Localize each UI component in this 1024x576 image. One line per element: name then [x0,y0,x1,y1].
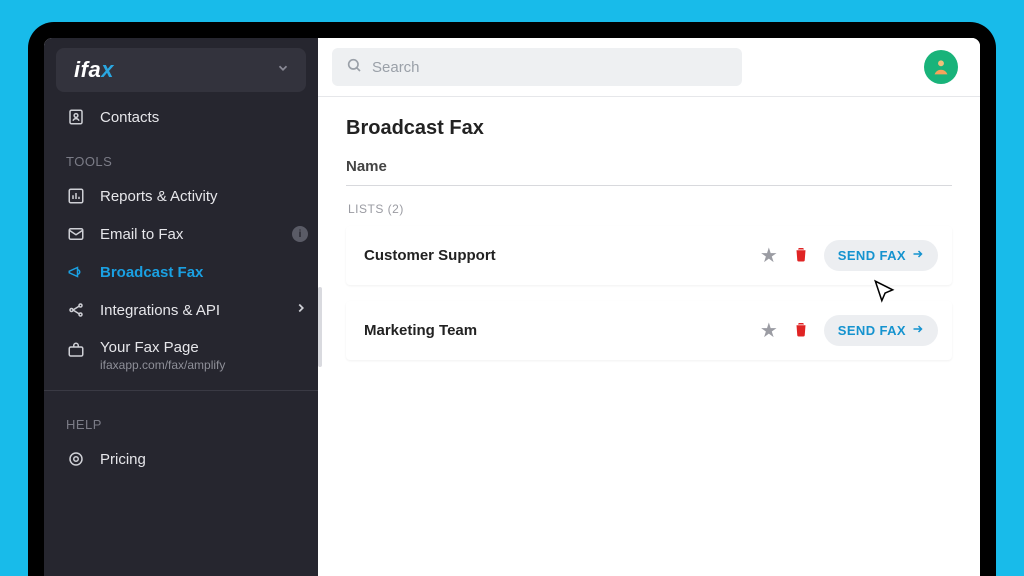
star-icon[interactable]: ★ [760,318,778,343]
device-frame: ifax Contacts TOOLS Reports & Activity [28,22,996,576]
scrollbar[interactable] [318,287,322,367]
trash-icon[interactable] [792,320,810,342]
content: Broadcast Fax Name LISTS (2) Customer Su… [318,97,980,396]
sidebar-item-label: Reports & Activity [100,188,308,205]
divider [44,390,318,391]
sidebar-item-label: Pricing [100,451,308,468]
sidebar-item-email-to-fax[interactable]: Email to Fax i [44,215,318,253]
app-screen: ifax Contacts TOOLS Reports & Activity [44,38,980,576]
contacts-icon [66,108,86,126]
send-icon [912,248,924,263]
list-item-name: Customer Support [364,247,760,264]
sidebar-item-reports[interactable]: Reports & Activity [44,177,318,215]
mail-icon [66,225,86,243]
section-label-tools: TOOLS [44,136,318,177]
search-input-wrapper[interactable] [332,48,742,86]
sidebar-item-label: Integrations & API [100,302,280,319]
section-label-help: HELP [44,399,318,440]
main: Broadcast Fax Name LISTS (2) Customer Su… [318,38,980,576]
lists-count-label: LISTS (2) [348,202,952,216]
pricing-icon [66,450,86,468]
sidebar-item-sublabel: ifaxapp.com/fax/amplify [100,358,308,372]
send-fax-button[interactable]: SEND FAX [824,315,938,346]
star-icon[interactable]: ★ [760,243,778,268]
megaphone-icon [66,263,86,281]
brand-logo: ifax [74,57,114,83]
integrations-icon [66,301,86,319]
sidebar-item-label: Your Fax Page ifaxapp.com/fax/amplify [100,339,308,372]
briefcase-icon [66,341,86,359]
sidebar: ifax Contacts TOOLS Reports & Activity [44,38,318,576]
search-icon [346,57,362,78]
list-item-name: Marketing Team [364,322,760,339]
column-header-name: Name [346,158,952,186]
reports-icon [66,187,86,205]
info-icon: i [292,226,308,242]
chevron-right-icon [294,301,308,319]
page-title: Broadcast Fax [346,117,952,140]
sidebar-item-integrations[interactable]: Integrations & API [44,291,318,329]
chevron-down-icon [276,61,290,80]
list-item: Customer Support ★ SEND FAX [346,226,952,285]
sidebar-item-label: Contacts [100,109,308,126]
send-fax-button[interactable]: SEND FAX [824,240,938,271]
trash-icon[interactable] [792,245,810,267]
search-input[interactable] [372,59,728,76]
sidebar-item-pricing[interactable]: Pricing [44,440,318,478]
send-icon [912,323,924,338]
sidebar-item-label: Broadcast Fax [100,264,308,281]
list-item: Marketing Team ★ SEND FAX [346,301,952,360]
topbar [318,38,980,97]
sidebar-item-broadcast[interactable]: Broadcast Fax [44,253,318,291]
sidebar-item-contacts[interactable]: Contacts [44,98,318,136]
workspace-switcher[interactable]: ifax [56,48,306,92]
avatar[interactable] [924,50,958,84]
sidebar-item-label: Email to Fax [100,226,278,243]
sidebar-item-fax-page[interactable]: Your Fax Page ifaxapp.com/fax/amplify [44,329,318,382]
